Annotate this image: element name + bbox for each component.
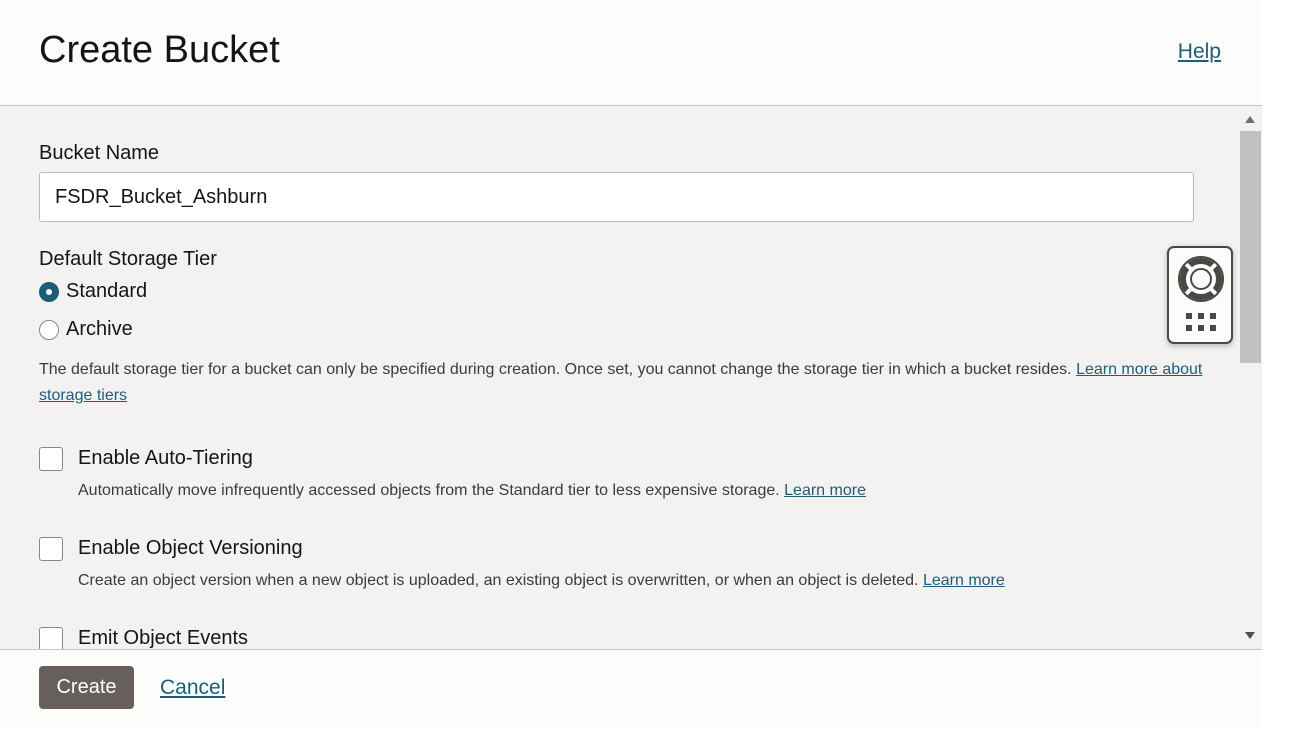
radio-standard-label: Standard: [66, 280, 148, 302]
radio-standard[interactable]: Standard: [39, 280, 147, 303]
radio-standard-button[interactable]: [39, 281, 59, 302]
radio-archive-label: Archive: [66, 318, 133, 340]
scroll-down-arrow-icon[interactable]: [1245, 632, 1255, 639]
help-link[interactable]: Help: [1178, 40, 1221, 64]
scroll-up-arrow-icon[interactable]: [1245, 116, 1255, 123]
storage-tier-description-text: The default storage tier for a bucket ca…: [39, 361, 1072, 378]
storage-tier-description: The default storage tier for a bucket ca…: [39, 357, 1209, 409]
auto-tiering-description: Automatically move infrequently accessed…: [78, 482, 866, 500]
auto-tiering-learn-more-link[interactable]: Learn more: [784, 482, 866, 499]
form-scroll-area: Bucket Name Default Storage Tier Standar…: [0, 106, 1238, 649]
auto-tiering-description-text: Automatically move infrequently accessed…: [78, 482, 780, 499]
panel-header: Create Bucket Help: [0, 0, 1262, 106]
object-events-label: Emit Object Events: [78, 627, 249, 649]
storage-tier-label: Default Storage Tier: [39, 248, 217, 270]
bucket-name-label: Bucket Name: [39, 142, 160, 164]
cancel-link[interactable]: Cancel: [160, 676, 225, 700]
create-button[interactable]: Create: [39, 666, 134, 709]
radio-archive[interactable]: Archive: [39, 318, 133, 341]
radio-archive-button[interactable]: [39, 319, 59, 340]
object-versioning-learn-more-link[interactable]: Learn more: [923, 572, 1005, 589]
vertical-scrollbar[interactable]: [1239, 106, 1262, 649]
auto-tiering-checkbox[interactable]: [39, 447, 63, 471]
help-widget[interactable]: [1167, 246, 1233, 344]
object-versioning-checkbox[interactable]: [39, 537, 63, 561]
page-title: Create Bucket: [39, 29, 280, 71]
object-versioning-description: Create an object version when a new obje…: [78, 572, 1005, 590]
object-versioning-description-text: Create an object version when a new obje…: [78, 572, 919, 589]
lifebuoy-icon[interactable]: [1178, 256, 1224, 302]
bucket-name-input[interactable]: [39, 172, 1194, 222]
scroll-thumb[interactable]: [1240, 131, 1261, 363]
object-versioning-label: Enable Object Versioning: [78, 537, 303, 559]
object-events-checkbox[interactable]: [39, 627, 63, 649]
apps-grid-icon[interactable]: [1185, 312, 1218, 334]
create-bucket-panel: Create Bucket Help Bucket Name Default S…: [0, 0, 1262, 729]
auto-tiering-label: Enable Auto-Tiering: [78, 447, 253, 469]
panel-footer: Create Cancel: [0, 649, 1262, 729]
